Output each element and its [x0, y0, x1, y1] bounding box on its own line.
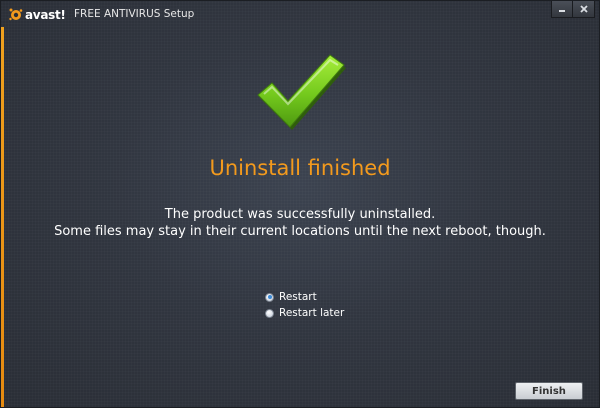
- finish-button[interactable]: Finish: [515, 382, 583, 400]
- restart-option[interactable]: Restart: [265, 289, 344, 305]
- close-icon: [579, 5, 588, 13]
- avast-logo: avast!: [9, 7, 66, 23]
- avast-logo-icon: [9, 8, 23, 22]
- message-line-2: Some files may stay in their current loc…: [54, 224, 546, 239]
- restart-radio[interactable]: [265, 292, 274, 302]
- restart-later-radio[interactable]: [265, 308, 274, 318]
- page-title: Uninstall finished: [209, 156, 391, 180]
- restart-later-label[interactable]: Restart later: [279, 307, 344, 319]
- close-button[interactable]: [573, 1, 595, 18]
- message-line-1: The product was successfully uninstalled…: [164, 207, 436, 222]
- setup-window: avast! FREE ANTIVIRUS Setup Uninstall fi…: [0, 0, 600, 408]
- restart-later-option[interactable]: Restart later: [265, 305, 344, 321]
- logo-wordmark: avast!: [25, 8, 66, 22]
- restart-label[interactable]: Restart: [279, 291, 317, 303]
- restart-options: Restart Restart later: [265, 289, 344, 321]
- minimize-button[interactable]: [551, 1, 573, 18]
- window-controls: [551, 1, 595, 18]
- window-title: FREE ANTIVIRUS Setup: [74, 8, 195, 20]
- minimize-icon: [559, 10, 565, 12]
- checkmark-icon: [254, 51, 346, 133]
- title-bar: avast! FREE ANTIVIRUS Setup: [1, 1, 599, 27]
